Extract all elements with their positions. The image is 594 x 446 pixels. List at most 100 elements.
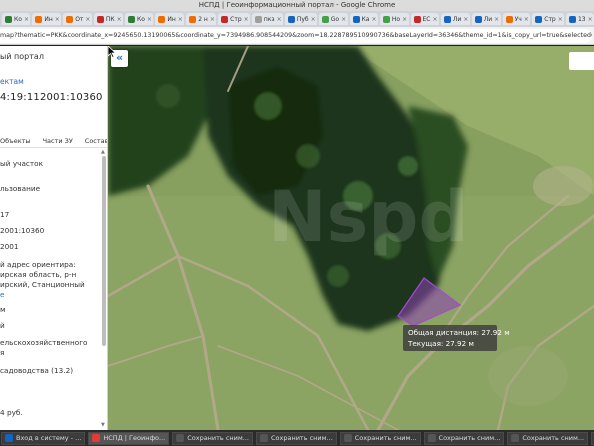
tab-close-icon[interactable]: ×	[588, 16, 593, 23]
tab-close-icon[interactable]: ×	[178, 16, 183, 23]
taskbar-window-button[interactable]: Сохранить сним...	[255, 431, 337, 445]
property-row: ирская область, р-н	[0, 270, 77, 279]
browser-tab[interactable]: Пуб ×	[284, 13, 317, 25]
taskbar-window-label: Вход в систему - ...	[16, 434, 82, 442]
browser-tab[interactable]: Ли ×	[471, 13, 501, 25]
tab-favicon-icon	[96, 15, 104, 23]
tab-close-icon[interactable]: ×	[244, 16, 249, 23]
map-control-box[interactable]	[569, 52, 594, 70]
tab-parts[interactable]: Части ЗУ	[43, 137, 73, 145]
panel-scrollbar[interactable]	[102, 156, 106, 346]
taskbar-window-label: НСПД | Геоинфо...	[103, 434, 166, 442]
tab-objects[interactable]: Объекты	[0, 137, 31, 145]
browser-tab-label: Go	[330, 15, 340, 23]
tab-close-icon[interactable]: ×	[117, 16, 122, 23]
browser-tab[interactable]: Ли ×	[440, 13, 470, 25]
cadastral-number: 4:19:112001:10360	[0, 92, 103, 103]
os-taskbar: Вход в систему - ... НСПД | Геоинфо... Сох…	[0, 430, 594, 446]
browser-tab[interactable]: Но ×	[379, 13, 409, 25]
tab-close-icon[interactable]: ×	[147, 16, 152, 23]
tab-close-icon[interactable]: ×	[524, 16, 529, 23]
scroll-down-arrow-icon[interactable]: ▼	[101, 422, 105, 428]
taskbar-window-button[interactable]: Вход в систему - ...	[1, 431, 86, 445]
measurement-current: Текущая: 27.92 м	[408, 339, 474, 348]
browser-tab[interactable]: ЕС ×	[410, 13, 439, 25]
browser-tab-label: Ка	[361, 15, 370, 23]
tab-close-icon[interactable]: ×	[432, 16, 437, 23]
app-icon	[176, 434, 185, 442]
taskbar-window-button[interactable]: Сохранить сним...	[507, 431, 589, 445]
tab-close-icon[interactable]: ×	[55, 16, 60, 23]
browser-tab-label: ПК	[105, 15, 115, 23]
taskbar-window-label: Сохранить сним...	[354, 434, 417, 442]
browser-tab[interactable]: Ин ×	[155, 13, 185, 25]
address-bar: map?thematic=PKK&coordinate_x=9245650.13…	[0, 27, 594, 45]
tab-close-icon[interactable]: ×	[371, 16, 376, 23]
taskbar-window-label: Сохранить сним...	[438, 434, 501, 442]
satellite-map[interactable]: Nspd « Общая дистанция: 27.92 м Текущая:…	[108, 46, 594, 430]
taskbar-window-button[interactable]: Сохранить сним...	[339, 431, 421, 445]
property-row: 2001	[0, 242, 19, 251]
tab-favicon-icon	[535, 15, 543, 23]
tab-close-icon[interactable]: ×	[277, 16, 282, 23]
browser-tab[interactable]: Go ×	[318, 13, 348, 25]
tab-composition[interactable]: Состав	[85, 137, 107, 145]
tab-close-icon[interactable]: ×	[402, 16, 407, 23]
browser-tab-label: Стр	[544, 15, 556, 23]
browser-tab-strip: Ко × Ин × От × ПК × Ко × Ин × 2 н × Стр × пкз × Пуб × Go × Ка ×…	[0, 11, 594, 27]
tab-close-icon[interactable]: ×	[558, 16, 563, 23]
window-title-bar: НСПД | Геоинформационный портал - Google…	[0, 0, 594, 11]
browser-tab[interactable]: Ко ×	[2, 13, 31, 25]
property-row[interactable]: е	[0, 290, 5, 300]
browser-tab-label: Уч	[514, 15, 522, 23]
property-row: 17	[0, 210, 10, 219]
tab-favicon-icon	[287, 15, 295, 23]
browser-tab[interactable]: Уч ×	[502, 13, 531, 25]
back-to-objects-link[interactable]: ектам	[0, 77, 24, 86]
taskbar-window-button[interactable]: НСПД | Геоинфо...	[88, 431, 170, 445]
browser-tab[interactable]: 13 ×	[565, 13, 594, 25]
tab-favicon-icon	[254, 15, 262, 23]
url-input[interactable]: map?thematic=PKK&coordinate_x=9245650.13…	[0, 28, 592, 43]
browser-tab[interactable]: пкз ×	[251, 13, 283, 25]
tab-favicon-icon	[382, 15, 390, 23]
portal-title: ый портал	[0, 52, 44, 61]
app-icon	[427, 434, 436, 442]
tab-favicon-icon	[35, 15, 43, 23]
property-row: й адрес ориентира:	[0, 260, 76, 269]
tab-favicon-icon	[474, 15, 482, 23]
property-row: 4 руб.	[0, 408, 23, 417]
browser-tab-label: Ин	[167, 15, 176, 23]
property-row: ирский, Станционный	[0, 280, 85, 289]
tab-favicon-icon	[189, 15, 197, 23]
tab-close-icon[interactable]: ×	[24, 16, 29, 23]
tab-favicon-icon	[505, 15, 513, 23]
tab-close-icon[interactable]: ×	[210, 16, 215, 23]
browser-tab-label: 13	[577, 15, 586, 23]
browser-tab[interactable]: От ×	[63, 13, 92, 25]
tab-close-icon[interactable]: ×	[85, 16, 90, 23]
taskbar-window-button[interactable]: Сохранить сним...	[172, 431, 253, 445]
tab-close-icon[interactable]: ×	[311, 16, 316, 23]
browser-tab[interactable]: 2 н ×	[186, 13, 217, 25]
taskbar-window-label: Сохранить сним...	[522, 434, 585, 442]
browser-tab[interactable]: Стр ×	[218, 13, 250, 25]
scroll-up-arrow-icon[interactable]: ▲	[101, 149, 105, 155]
map-imagery: Nspd	[108, 46, 594, 430]
browser-tab-label: Ли	[452, 15, 462, 23]
measurement-tooltip: Общая дистанция: 27.92 м Текущая: 27.92 …	[403, 325, 510, 351]
browser-tab[interactable]: Ко ×	[124, 13, 154, 25]
browser-tab[interactable]: Ин ×	[32, 13, 62, 25]
browser-tab[interactable]: ПК ×	[93, 13, 123, 25]
tab-close-icon[interactable]: ×	[463, 16, 468, 23]
taskbar-window-button[interactable]: Сохранить сним...	[423, 431, 505, 445]
browser-tab[interactable]: Стр ×	[532, 13, 564, 25]
taskbar-window-label: Сохранить сним...	[187, 434, 249, 442]
tab-close-icon[interactable]: ×	[494, 16, 499, 23]
tab-close-icon[interactable]: ×	[341, 16, 346, 23]
browser-tab-label: Ко	[136, 15, 145, 23]
mouse-cursor-icon	[108, 46, 116, 58]
browser-tab[interactable]: Ка ×	[349, 13, 378, 25]
map-watermark: Nspd	[268, 176, 468, 258]
panel-tabs: Объекты Части ЗУ Состав ›	[0, 134, 107, 148]
